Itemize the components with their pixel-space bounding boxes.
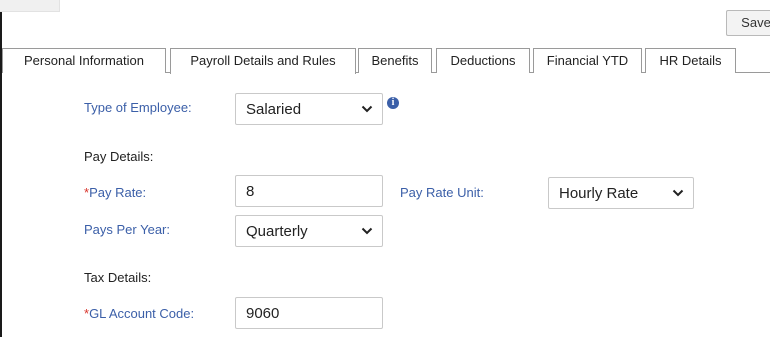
gl-account-code-label-text: GL Account Code:	[89, 306, 195, 321]
tab-hr-details[interactable]: HR Details	[645, 48, 736, 73]
type-of-employee-select[interactable]: Salaried	[235, 93, 383, 125]
pays-per-year-value: Quarterly	[246, 223, 308, 240]
tab-benefits[interactable]: Benefits	[358, 48, 432, 73]
save-button[interactable]: Save	[726, 10, 770, 36]
pay-rate-label: *Pay Rate:	[84, 185, 146, 200]
gl-account-code-input[interactable]	[235, 297, 383, 329]
pay-rate-label-text: Pay Rate:	[89, 185, 147, 200]
window-corner	[0, 0, 60, 12]
tab-payroll-details-and-rules[interactable]: Payroll Details and Rules	[170, 48, 356, 74]
pay-rate-input[interactable]	[235, 175, 383, 207]
tab-deductions[interactable]: Deductions	[436, 48, 530, 73]
pay-details-heading: Pay Details:	[84, 149, 154, 164]
tab-strip: Personal Information Payroll Details and…	[2, 48, 770, 74]
pay-rate-unit-select[interactable]: Hourly Rate	[548, 177, 694, 209]
chevron-down-icon	[361, 105, 373, 113]
pays-per-year-label: Pays Per Year:	[84, 222, 170, 237]
info-icon[interactable]: i	[387, 97, 399, 109]
chevron-down-icon	[672, 189, 684, 197]
tab-financial-ytd[interactable]: Financial YTD	[533, 48, 642, 73]
chevron-down-icon	[361, 227, 373, 235]
type-of-employee-value: Salaried	[246, 101, 302, 118]
tax-details-heading: Tax Details:	[84, 270, 152, 285]
pay-rate-unit-label: Pay Rate Unit:	[400, 185, 484, 200]
pay-rate-unit-value: Hourly Rate	[559, 185, 639, 202]
tab-personal-information[interactable]: Personal Information	[2, 48, 166, 73]
type-of-employee-label: Type of Employee:	[84, 100, 192, 115]
pays-per-year-select[interactable]: Quarterly	[235, 215, 383, 247]
gl-account-code-label: *GL Account Code:	[84, 306, 194, 321]
